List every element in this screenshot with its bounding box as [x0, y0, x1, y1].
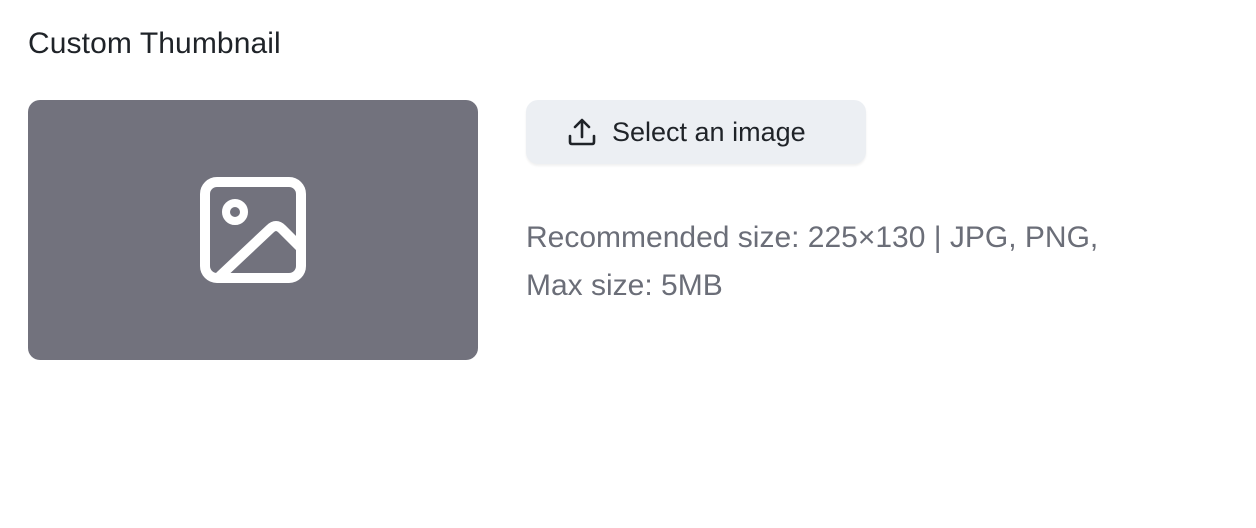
recommended-size-text: Recommended size: 225×130 | JPG, PNG, — [526, 221, 1099, 254]
select-image-button[interactable]: Select an image — [526, 100, 866, 164]
max-size-text: Max size: 5MB — [526, 269, 723, 302]
upload-requirements: Recommended size: 225×130 | JPG, PNG, Ma… — [526, 214, 1226, 310]
thumbnail-preview — [28, 100, 478, 360]
upload-icon — [568, 118, 596, 146]
select-image-label: Select an image — [612, 117, 806, 147]
section-title: Custom Thumbnail — [28, 27, 281, 60]
image-placeholder-icon — [200, 177, 306, 283]
